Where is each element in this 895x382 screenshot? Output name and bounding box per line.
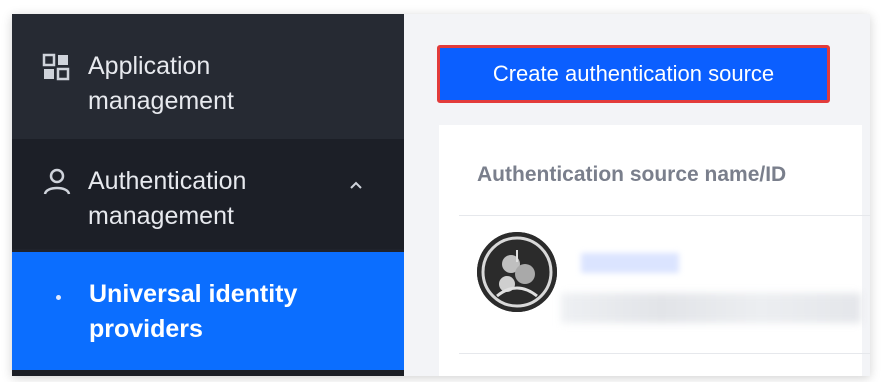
sidebar-item-label: Universal identity providers — [89, 280, 298, 343]
divider — [459, 215, 870, 216]
sidebar: Application management Authentication ma… — [12, 14, 404, 376]
sidebar-item-universal-identity-providers[interactable]: Universal identity providers — [12, 252, 404, 370]
grid-icon — [42, 53, 70, 81]
chevron-up-icon[interactable] — [348, 179, 364, 191]
app-window: Application management Authentication ma… — [12, 14, 870, 376]
column-header-name-id: Authentication source name/ID — [477, 163, 787, 186]
main-content: Create authentication source Authenticat… — [404, 14, 870, 376]
sidebar-item-label: Application management — [88, 52, 234, 115]
sidebar-footer-strip — [12, 370, 404, 376]
divider — [459, 353, 870, 354]
create-authentication-source-button[interactable]: Create authentication source — [437, 45, 830, 103]
sidebar-item-authentication-management[interactable]: Authentication management — [12, 139, 404, 249]
sidebar-item-label: Authentication management — [88, 167, 247, 230]
table-panel: Authentication source name/ID — [439, 125, 870, 376]
bullet-dot-icon — [56, 295, 61, 300]
redacted-source-id[interactable] — [581, 253, 679, 273]
avatar-image-icon — [477, 232, 557, 312]
sidebar-item-application-management[interactable]: Application management — [12, 14, 404, 139]
user-icon — [43, 168, 71, 195]
redacted-source-name — [561, 293, 861, 323]
avatar — [477, 232, 557, 312]
